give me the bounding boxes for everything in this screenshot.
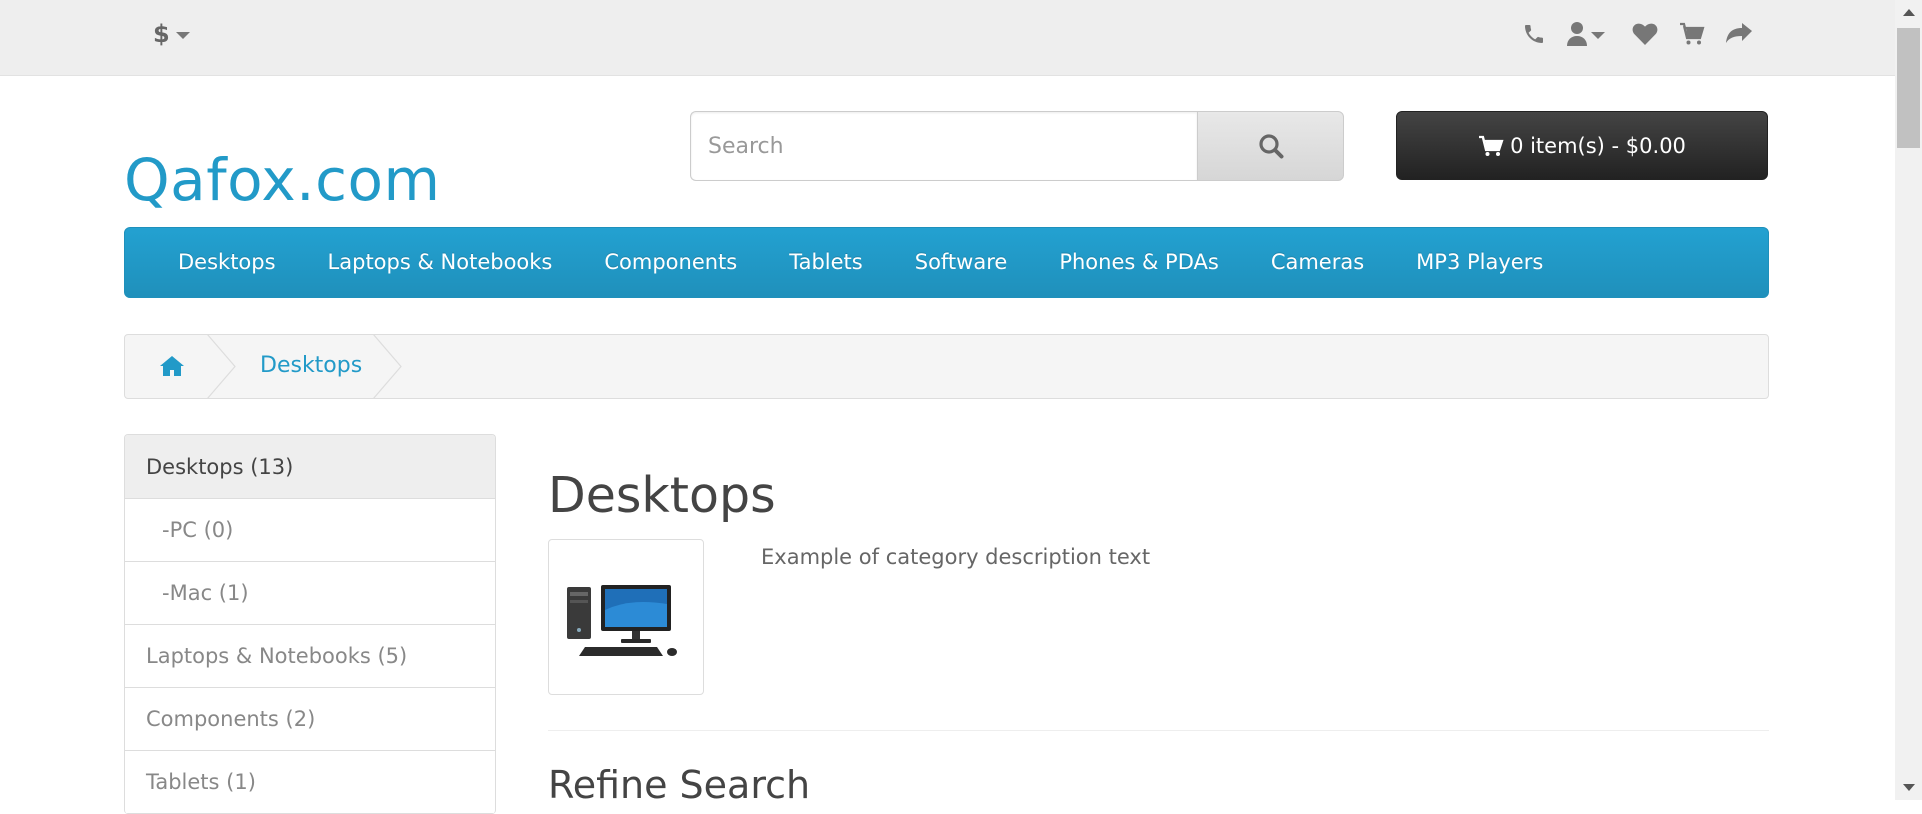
menu-item-phones[interactable]: Phones & PDAs	[1037, 227, 1241, 298]
menu-item-software[interactable]: Software	[893, 227, 1030, 298]
cart-total: 0 item(s) - $0.00	[1510, 133, 1686, 158]
scroll-down-arrow-icon[interactable]	[1903, 784, 1915, 791]
search-button[interactable]	[1197, 111, 1344, 181]
cart-button[interactable]: 0 item(s) - $0.00	[1396, 111, 1768, 180]
sidebar-item-desktops[interactable]: Desktops (13)	[125, 435, 495, 499]
sidebar-item-laptops[interactable]: Laptops & Notebooks (5)	[125, 625, 495, 688]
sidebar-item-tablets[interactable]: Tablets (1)	[125, 751, 495, 814]
refine-search-heading: Refine Search	[548, 763, 811, 807]
home-icon[interactable]	[160, 355, 184, 381]
account-dropdown[interactable]	[1567, 20, 1605, 48]
sidebar-item-components[interactable]: Components (2)	[125, 688, 495, 751]
shopping-cart-icon	[1479, 135, 1504, 156]
category-image[interactable]	[548, 539, 704, 695]
scrollbar-thumb[interactable]	[1897, 28, 1920, 148]
category-sidebar: Desktops (13) -PC (0) -Mac (1) Laptops &…	[124, 434, 496, 814]
sidebar-item-mac[interactable]: -Mac (1)	[125, 562, 495, 625]
breadcrumb-separator	[207, 334, 236, 399]
heart-icon[interactable]	[1632, 20, 1658, 48]
divider	[548, 730, 1769, 731]
category-description: Example of category description text	[761, 545, 1151, 569]
share-icon[interactable]	[1725, 20, 1753, 48]
breadcrumb: Desktops	[124, 334, 1769, 399]
menu-item-cameras[interactable]: Cameras	[1249, 227, 1386, 298]
search-bar	[690, 111, 1344, 181]
main-menu: Desktops Laptops & Notebooks Components …	[124, 227, 1769, 298]
site-logo[interactable]: Qafox.com	[124, 140, 440, 220]
caret-down-icon	[1591, 32, 1605, 39]
menu-item-laptops[interactable]: Laptops & Notebooks	[306, 227, 575, 298]
breadcrumb-link-desktops[interactable]: Desktops	[260, 353, 362, 378]
menu-item-components[interactable]: Components	[582, 227, 759, 298]
menu-item-mp3[interactable]: MP3 Players	[1394, 227, 1565, 298]
desktop-computer-image	[567, 585, 677, 656]
menu-item-desktops[interactable]: Desktops	[155, 227, 298, 298]
search-icon	[1258, 134, 1283, 159]
top-links	[0, 20, 1895, 48]
top-bar: $	[0, 0, 1895, 76]
scroll-up-arrow-icon[interactable]	[1903, 9, 1915, 16]
user-icon	[1567, 22, 1587, 46]
search-input[interactable]	[690, 111, 1197, 181]
cart-icon[interactable]	[1679, 20, 1705, 48]
sidebar-item-pc[interactable]: -PC (0)	[125, 499, 495, 562]
phone-icon[interactable]	[1522, 20, 1546, 48]
breadcrumb-separator	[373, 334, 402, 399]
page-title: Desktops	[548, 467, 776, 524]
menu-item-tablets[interactable]: Tablets	[767, 227, 884, 298]
page-scrollbar[interactable]	[1895, 0, 1922, 800]
